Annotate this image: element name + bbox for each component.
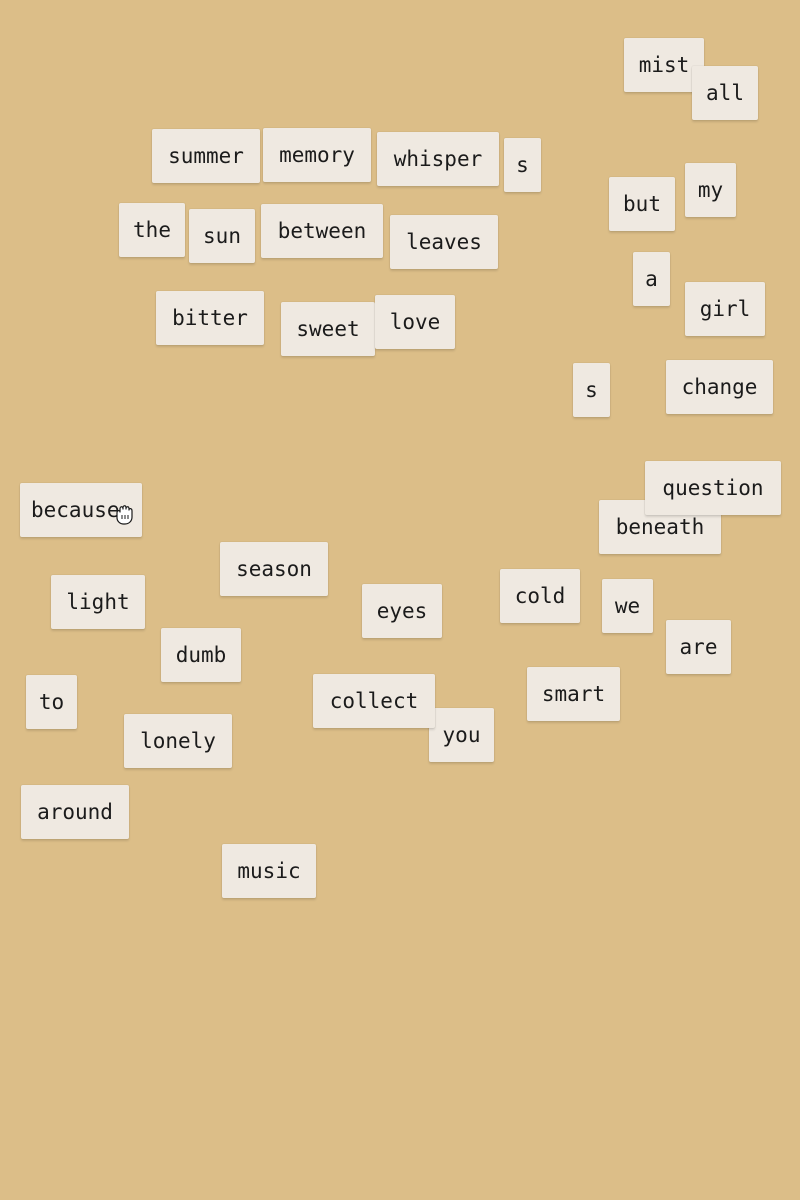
word-tile-change[interactable]: change <box>666 360 773 414</box>
word-tile-but[interactable]: but <box>609 177 675 231</box>
word-tile-love[interactable]: love <box>375 295 455 349</box>
word-tile-memory[interactable]: memory <box>263 128 371 182</box>
word-tile-are[interactable]: are <box>666 620 731 674</box>
word-tile-music[interactable]: music <box>222 844 316 898</box>
word-tile-summer[interactable]: summer <box>152 129 260 183</box>
word-tile-a[interactable]: a <box>633 252 670 306</box>
word-tile-around[interactable]: around <box>21 785 129 839</box>
magnet-board: mist all summer memory whisper s but my … <box>0 0 800 1200</box>
word-tile-sun[interactable]: sun <box>189 209 255 263</box>
word-tile-season[interactable]: season <box>220 542 328 596</box>
word-tile-question[interactable]: question <box>645 461 781 515</box>
word-tile-we[interactable]: we <box>602 579 653 633</box>
word-tile-my[interactable]: my <box>685 163 736 217</box>
word-tile-lonely[interactable]: lonely <box>124 714 232 768</box>
word-tile-sweet[interactable]: sweet <box>281 302 375 356</box>
word-tile-light[interactable]: light <box>51 575 145 629</box>
word-tile-the[interactable]: the <box>119 203 185 257</box>
word-tile-dumb[interactable]: dumb <box>161 628 241 682</box>
word-tile-to[interactable]: to <box>26 675 77 729</box>
word-tile-smart[interactable]: smart <box>527 667 620 721</box>
word-tile-leaves[interactable]: leaves <box>390 215 498 269</box>
word-tile-all[interactable]: all <box>692 66 758 120</box>
word-tile-s[interactable]: s <box>573 363 610 417</box>
word-tile-s[interactable]: s <box>504 138 541 192</box>
word-tile-girl[interactable]: girl <box>685 282 765 336</box>
word-tile-collect[interactable]: collect <box>313 674 435 728</box>
word-tile-cold[interactable]: cold <box>500 569 580 623</box>
word-tile-because[interactable]: because <box>20 483 142 537</box>
word-tile-bitter[interactable]: bitter <box>156 291 264 345</box>
word-tile-eyes[interactable]: eyes <box>362 584 442 638</box>
word-tile-you[interactable]: you <box>429 708 494 762</box>
word-tile-whisper[interactable]: whisper <box>377 132 499 186</box>
word-tile-between[interactable]: between <box>261 204 383 258</box>
